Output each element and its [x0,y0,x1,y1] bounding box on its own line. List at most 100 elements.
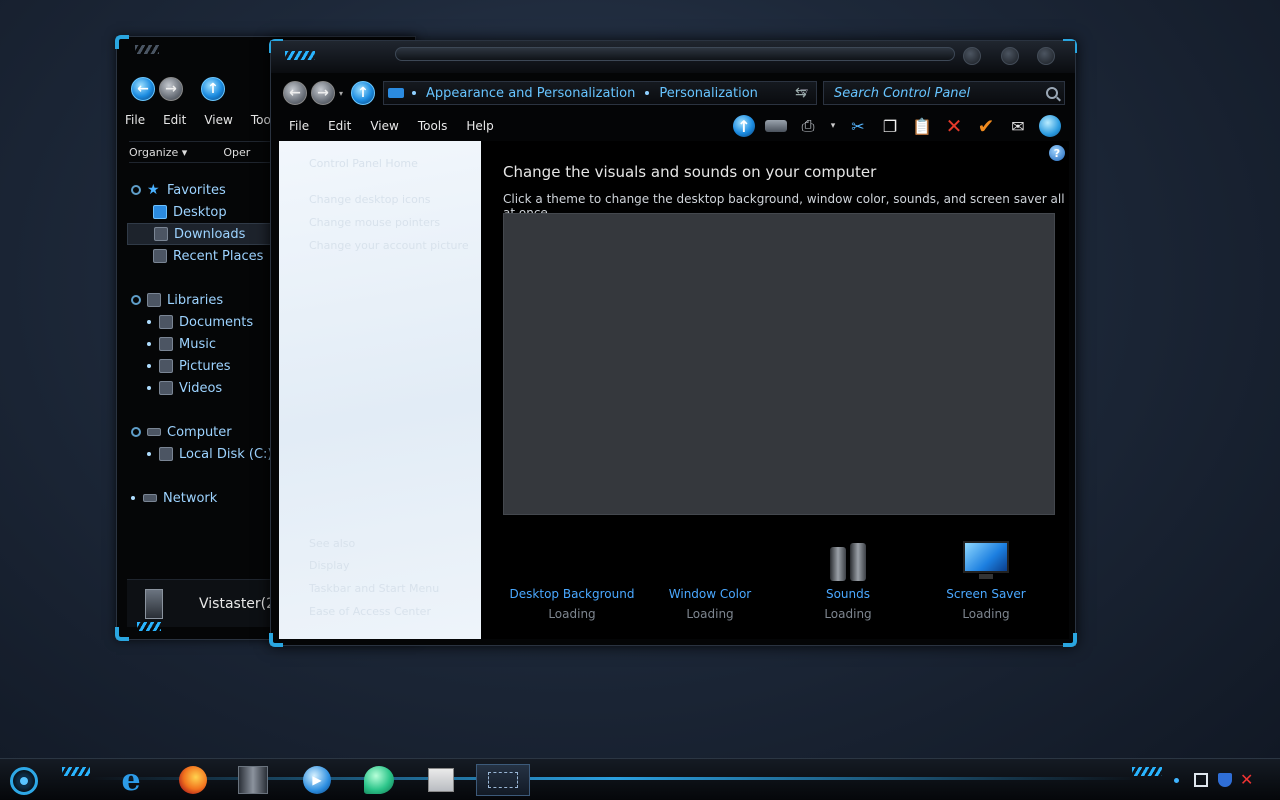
network-tray-icon[interactable] [1194,773,1208,787]
nav-label: Recent Places [173,248,264,264]
desktop-icon [153,205,167,219]
details-item-name: Vistaster(2) [199,595,281,612]
paste-icon[interactable]: 📋 [911,115,933,137]
maximize-button[interactable] [1001,47,1019,65]
copy-icon[interactable]: ❐ [879,115,901,137]
recent-places-icon [153,249,167,263]
option-status: Loading [548,607,596,621]
task-pane: Control Panel Home Change desktop icons … [279,141,481,639]
menu-edit[interactable]: Edit [328,119,351,133]
bullet-icon [147,452,151,456]
nav-label: Desktop [173,204,227,220]
breadcrumb-separator [412,91,416,95]
collapse-icon[interactable] [131,427,141,437]
menu-help[interactable]: Help [466,119,493,133]
monitor-icon [917,533,1055,581]
internet-explorer-icon: e [121,762,141,798]
taskbar-firefox[interactable] [166,764,220,796]
search-icon[interactable] [1046,87,1058,99]
up-folder-icon[interactable]: ↑ [733,115,755,137]
option-label[interactable]: Window Color [641,587,779,601]
taskbar-stripes [62,767,90,776]
link-change-mouse-pointers[interactable]: Change mouse pointers [309,216,440,229]
breadcrumb-personalization[interactable]: Personalization [659,86,758,101]
up-button[interactable]: ↑ [351,81,375,105]
history-dropdown-icon[interactable]: ▾ [339,89,343,98]
option-window-color[interactable]: Window Color Loading [641,533,779,621]
delete-icon[interactable]: ✕ [943,114,965,138]
option-label[interactable]: Screen Saver [917,587,1055,601]
search-input[interactable]: Search Control Panel [823,81,1065,105]
music-icon [159,337,173,351]
nav-label: Local Disk (C:) [179,446,273,462]
menu-view[interactable]: View [204,113,232,127]
title-bar[interactable] [271,41,1075,73]
volume-muted-icon[interactable]: ✕ [1240,772,1254,788]
explorer-menu-bar: File Edit View Too [125,113,271,127]
option-label[interactable]: Desktop Background [503,587,641,601]
option-label[interactable]: Sounds [779,587,917,601]
taskbar-personalization-window[interactable] [476,764,530,796]
back-button[interactable]: ← [131,77,155,101]
taskbar-internet-explorer[interactable]: e [104,762,158,798]
breadcrumb-appearance[interactable]: Appearance and Personalization [426,86,635,101]
link-taskbar-start-menu[interactable]: Taskbar and Start Menu [309,582,439,595]
menu-edit[interactable]: Edit [163,113,186,127]
option-screen-saver[interactable]: Screen Saver Loading [917,533,1055,621]
link-ease-of-access[interactable]: Ease of Access Center [309,605,431,618]
link-display[interactable]: Display [309,559,350,572]
email-icon[interactable]: ✉ [1007,115,1029,137]
file-explorer-icon [238,766,268,794]
printer-dropdown-icon[interactable]: ▾ [829,115,837,137]
back-button[interactable]: ← [283,81,307,105]
option-desktop-background[interactable]: Desktop Background Loading [503,533,641,621]
nav-label: Music [179,336,216,352]
refresh-icon[interactable]: ⇆ [795,85,807,101]
taskbar-messenger[interactable] [352,764,406,796]
link-control-panel-home[interactable]: Control Panel Home [309,157,418,170]
cut-icon[interactable]: ✂ [847,115,869,137]
control-panel-window[interactable]: ← → ▾ ↑ Appearance and Personalization P… [269,39,1077,647]
search-placeholder: Search Control Panel [834,85,971,101]
page-title: Change the visuals and sounds on your co… [503,163,877,181]
taskbar-media-player[interactable]: ▶ [290,764,344,796]
collapse-icon[interactable] [131,185,141,195]
messenger-icon [364,766,394,794]
minimize-button[interactable] [963,47,981,65]
up-button[interactable]: ↑ [201,77,225,101]
status-stripes [137,622,161,631]
nav-label: Computer [167,424,232,440]
shield-icon[interactable] [1218,773,1232,787]
drive-icon[interactable] [765,120,787,132]
menu-view[interactable]: View [370,119,398,133]
taskbar-control-panel-app[interactable] [414,764,468,796]
theme-list[interactable] [503,213,1055,515]
menu-tools[interactable]: Too [251,113,271,127]
forward-button[interactable]: → [311,81,335,105]
collapse-icon[interactable] [131,295,141,305]
link-change-account-picture[interactable]: Change your account picture [309,239,469,252]
tray-dot-icon [1174,778,1179,783]
personalization-content: ? Change the visuals and sounds on your … [481,141,1069,639]
downloads-icon [154,227,168,241]
taskbar-explorer[interactable] [226,764,280,796]
forward-button[interactable]: → [159,77,183,101]
start-button[interactable] [10,767,38,795]
printer-icon[interactable]: ⎙ [797,115,819,137]
organize-button[interactable]: Organize ▾ [129,146,187,159]
nav-label: Libraries [167,292,224,308]
title-stripes [135,45,159,54]
close-button[interactable] [1037,47,1055,65]
window-corner [115,627,129,641]
help-icon[interactable]: ? [1049,145,1065,161]
menu-tools[interactable]: Tools [418,119,448,133]
link-change-desktop-icons[interactable]: Change desktop icons [309,193,431,206]
globe-icon[interactable] [1039,115,1061,137]
address-bar[interactable]: Appearance and Personalization Personali… [383,81,817,105]
open-button[interactable]: Oper [223,146,250,159]
menu-file[interactable]: File [125,113,145,127]
checkmark-icon[interactable]: ✔ [975,114,997,138]
option-sounds[interactable]: Sounds Loading [779,533,917,621]
taskbar-stripes [1132,767,1162,776]
menu-file[interactable]: File [289,119,309,133]
